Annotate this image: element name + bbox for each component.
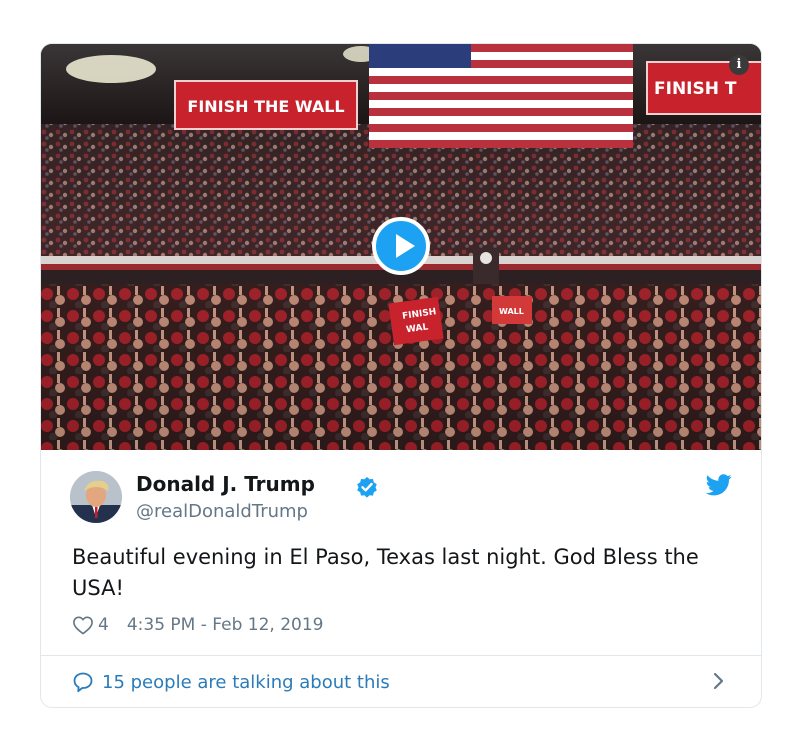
avatar[interactable]: [70, 471, 122, 523]
timestamp-link[interactable]: 4:35 PM - Feb 12, 2019: [127, 615, 324, 635]
verified-badge-icon: [357, 477, 377, 498]
banner-right-text: FINISH T: [654, 79, 737, 99]
tweet-text: Beautiful evening in El Paso, Texas last…: [72, 545, 699, 600]
twitter-bird-icon[interactable]: [706, 474, 732, 496]
play-icon: [396, 234, 415, 258]
conversation-link[interactable]: 15 people are talking about this: [72, 667, 390, 697]
video-media[interactable]: FINISH THE WALL FINISH T FINISH WAL WALL…: [41, 44, 761, 450]
embedded-tweet-card[interactable]: FINISH THE WALL FINISH T FINISH WAL WALL…: [40, 43, 762, 708]
chevron-right-icon[interactable]: [712, 670, 726, 692]
banner-left-text: FINISH THE WALL: [187, 97, 344, 116]
tweet-meta: 4 4:35 PM - Feb 12, 2019: [72, 613, 323, 637]
crowd-sign-text-2: WALL: [499, 307, 524, 316]
conversation-text: 15 people are talking about this: [102, 671, 390, 693]
author-name[interactable]: Donald J. Trump: [136, 472, 315, 496]
play-video-button[interactable]: [372, 217, 430, 275]
author-handle[interactable]: @realDonaldTrump: [136, 501, 308, 522]
like-count[interactable]: 4: [98, 615, 109, 635]
divider: [41, 655, 761, 656]
avatar-image: [70, 471, 122, 523]
info-icon[interactable]: i: [729, 55, 749, 75]
comment-bubble-icon: [73, 672, 93, 693]
heart-icon[interactable]: [72, 615, 94, 635]
